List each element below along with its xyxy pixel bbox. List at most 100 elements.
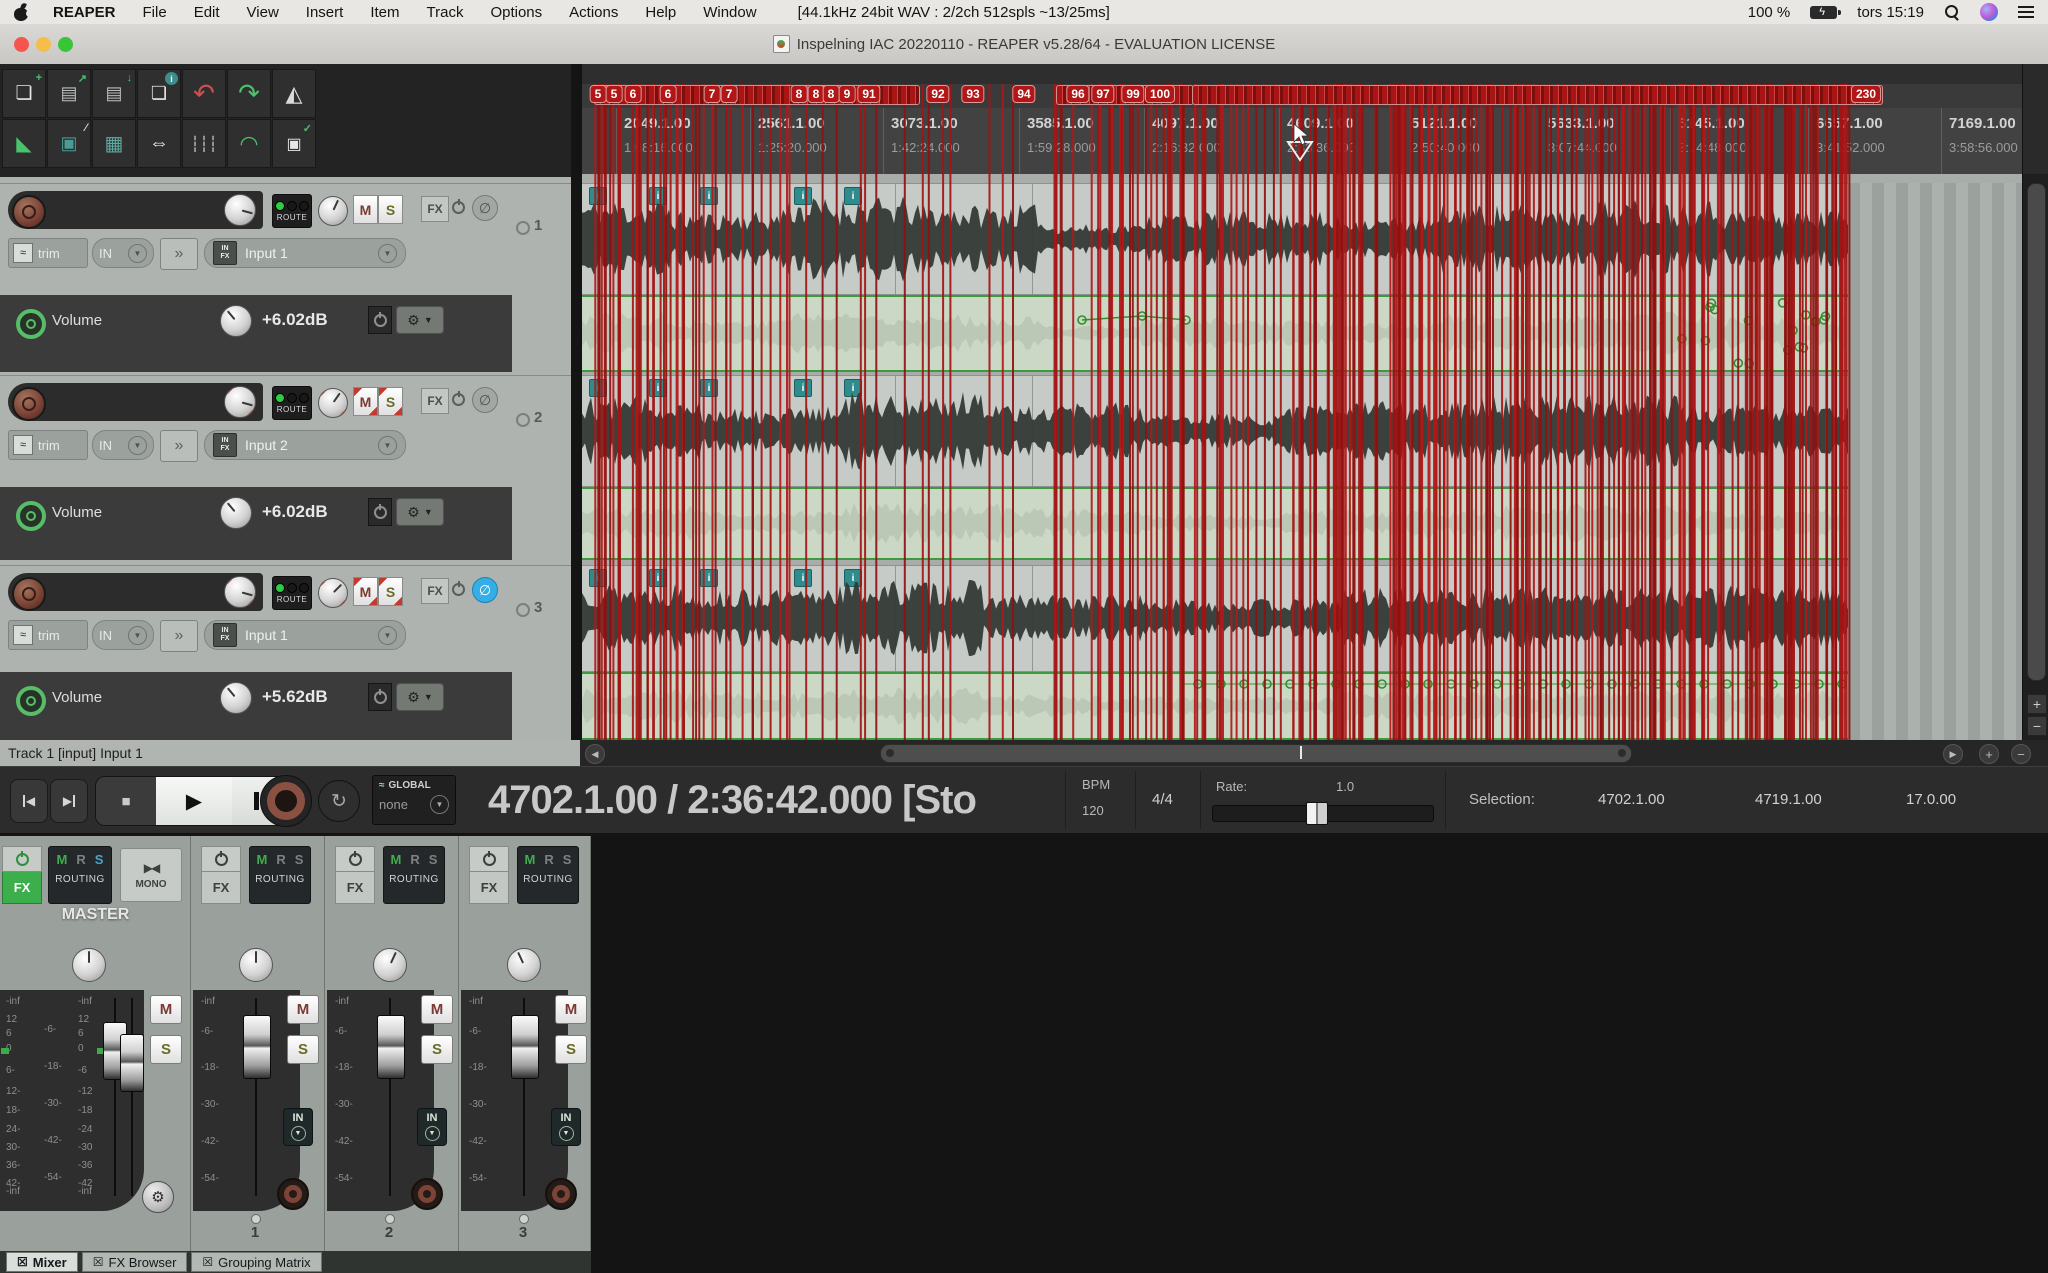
ungroup-items-icon[interactable]: ▣∕ (47, 119, 91, 168)
scroll-left-button[interactable]: ◀ (585, 744, 605, 764)
vertical-scrollbar[interactable]: + − (2022, 174, 2048, 740)
input-assignment-pill[interactable]: INFXInput 2▼ (204, 430, 406, 460)
close-tab-icon[interactable]: ☒ (202, 1255, 213, 1269)
marker-flag[interactable]: 6 (660, 85, 677, 103)
redo-icon[interactable]: ↷ (227, 69, 271, 118)
save-project-icon[interactable]: ▤↓ (92, 69, 136, 118)
undo-icon[interactable]: ↶ (182, 69, 226, 118)
marker-flag[interactable]: 7 (721, 85, 738, 103)
item-info-badge[interactable]: i (794, 379, 812, 397)
item-info-badge[interactable]: i (844, 187, 862, 205)
grid-dots-icon[interactable]: ┆┆┆ (182, 119, 226, 168)
zoom-out-horizontal-button[interactable]: − (2011, 744, 2031, 764)
route-button[interactable]: ROUTE (272, 576, 312, 610)
marker-flag[interactable]: 93 (961, 85, 984, 103)
control-center-icon[interactable] (2018, 6, 2034, 18)
channel-fader[interactable] (243, 1015, 271, 1079)
media-item-lane[interactable]: iiiii (582, 183, 1848, 295)
grid-blocks-icon[interactable]: ▦ (92, 119, 136, 168)
menu-insert[interactable]: Insert (306, 4, 344, 21)
envelope-bypass-button[interactable] (368, 306, 392, 334)
timeline-ruler[interactable]: 2049.1.001:08:16.0002561.1.001:25:20.000… (580, 64, 2022, 174)
menu-window[interactable]: Window (703, 4, 756, 21)
channel-fader[interactable] (377, 1015, 405, 1079)
channel-solo-button[interactable]: S (421, 1035, 453, 1064)
menu-actions[interactable]: Actions (569, 4, 618, 21)
mute-button[interactable]: M (353, 577, 378, 606)
record-button[interactable] (260, 775, 312, 827)
routing-matrix-button[interactable]: » (160, 430, 198, 462)
input-dropdown-icon[interactable]: ▼ (378, 244, 397, 263)
track-pan-knob[interactable] (318, 196, 348, 226)
input-fx-badge[interactable]: INFX (213, 241, 237, 265)
menu-track[interactable]: Track (427, 4, 464, 21)
automation-lane[interactable] (582, 295, 1848, 372)
track-volume-knob[interactable] (224, 386, 256, 418)
menu-view[interactable]: View (247, 4, 279, 21)
menubar-clock[interactable]: tors 15:19 (1857, 4, 1924, 21)
menu-file[interactable]: File (143, 4, 167, 21)
fader-tail-knob[interactable] (251, 1214, 261, 1224)
bpm-value[interactable]: 120 (1082, 803, 1104, 818)
menu-reaper[interactable]: REAPER (53, 4, 116, 21)
routing-matrix-button[interactable]: » (160, 238, 198, 270)
input-dropdown-icon[interactable]: ▼ (378, 626, 397, 645)
rate-slider-thumb[interactable] (1306, 802, 1328, 825)
zoom-out-vertical-button[interactable]: − (2027, 716, 2047, 736)
record-arm-button[interactable] (12, 577, 46, 611)
apple-menu-icon[interactable] (14, 4, 29, 21)
horizontal-scrollbar[interactable]: ◀ ▶ + − (580, 740, 2048, 766)
close-window-button[interactable] (14, 37, 29, 52)
marker-flag[interactable]: 6 (625, 85, 642, 103)
fx-chain-button[interactable]: FX (469, 872, 509, 904)
fx-enable-icon[interactable] (452, 393, 466, 407)
marker-flag[interactable]: 91 (857, 85, 880, 103)
stop-button[interactable]: ■ (96, 777, 156, 825)
marker-flag[interactable]: 92 (926, 85, 949, 103)
metronome-icon[interactable]: ◭ (272, 69, 316, 118)
fx-chain-button[interactable]: FX (2, 872, 42, 904)
scroll-right-button[interactable]: ▶ (1943, 744, 1963, 764)
time-signature[interactable]: 4/4 (1152, 791, 1173, 808)
track-volume-knob[interactable] (224, 194, 256, 226)
media-item-lane[interactable]: iiiii (582, 565, 1848, 672)
menu-help[interactable]: Help (645, 4, 676, 21)
channel-3-pan-knob[interactable] (507, 948, 541, 982)
track-pan-knob[interactable] (318, 578, 348, 608)
in-dropdown-icon[interactable]: ▼ (128, 244, 147, 263)
minimize-window-button[interactable] (36, 37, 51, 52)
item-info-badge[interactable]: i (844, 379, 862, 397)
lock-icon[interactable]: ▣✓ (272, 119, 316, 168)
marker-flag[interactable]: 99 (1121, 85, 1144, 103)
marker-flag[interactable]: 5 (606, 85, 623, 103)
zoom-window-button[interactable] (58, 37, 73, 52)
master-fader-right[interactable] (120, 1034, 144, 1092)
channel-mute-button[interactable]: M (287, 995, 319, 1024)
vertical-scroll-thumb[interactable] (2027, 183, 2046, 681)
channel-input-button[interactable]: IN▼ (417, 1108, 447, 1146)
automation-lane[interactable] (582, 487, 1848, 560)
channel-mute-button[interactable]: M (421, 995, 453, 1024)
envelope-bypass-button[interactable] (368, 683, 392, 711)
marker-flag[interactable]: 97 (1091, 85, 1114, 103)
horizontal-scroll-thumb[interactable] (880, 744, 1632, 763)
item-info-badge[interactable]: i (589, 379, 607, 397)
channel-input-button[interactable]: IN▼ (283, 1108, 313, 1146)
input-monitor-pill[interactable]: IN▼ (92, 430, 154, 460)
item-info-badge[interactable]: i (649, 379, 667, 397)
marker-flag[interactable]: 8 (823, 85, 840, 103)
selection-end[interactable]: 4719.1.00 (1755, 791, 1822, 808)
marker-flag[interactable]: 5 (590, 85, 607, 103)
project-info-icon[interactable]: ❏i (137, 69, 181, 118)
mrs-routing-block[interactable]: MRSROUTING (249, 846, 311, 904)
crossfade-icon[interactable]: ◠ (227, 119, 271, 168)
input-monitor-pill[interactable]: IN▼ (92, 620, 154, 650)
peaks-icon[interactable]: ◣ (2, 119, 46, 168)
record-arm-button[interactable] (12, 195, 46, 229)
fx-button[interactable]: FX (421, 196, 449, 222)
phase-invert-button[interactable]: ∅ (472, 577, 498, 603)
move-envelope-icon[interactable]: ⇔ (137, 119, 181, 168)
repeat-button[interactable]: ↻ (318, 780, 360, 822)
envelope-value-knob[interactable] (220, 305, 252, 337)
track-volume-knob[interactable] (224, 576, 256, 608)
